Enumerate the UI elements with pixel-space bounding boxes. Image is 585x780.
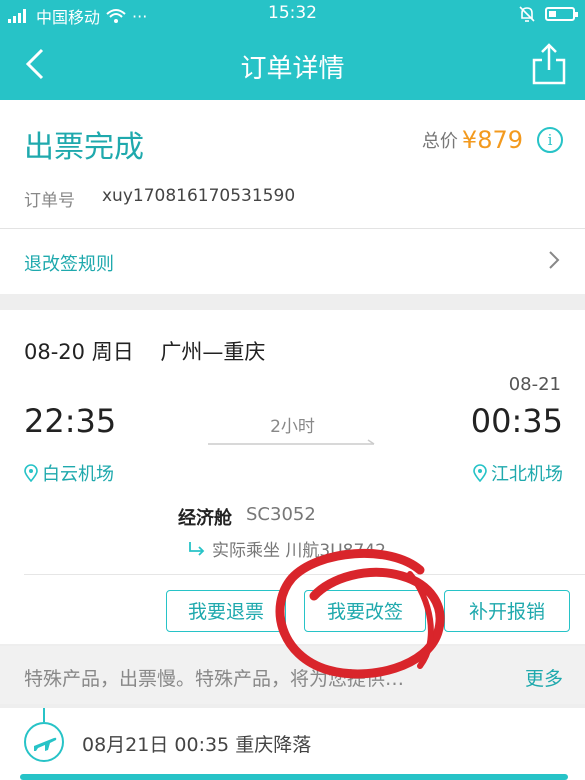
share-icon[interactable] [529,42,569,86]
price-label: 总价 [421,131,458,152]
duration-arrow-line [208,439,375,445]
location-pin-icon [24,464,38,482]
divider [0,228,585,229]
location-pin-icon [473,464,487,482]
order-summary-card: 出票完成 总价 ¥879 i 订单号 xuy170816170531590 退改… [0,100,585,294]
order-number: xuy170816170531590 [102,186,296,206]
departure-airport[interactable]: 白云机场 [24,460,114,486]
departure-airport-label: 白云机场 [42,464,114,485]
battery-icon [545,7,578,21]
chevron-right-icon[interactable] [547,250,561,270]
refund-button[interactable]: 我要退票 [166,590,286,632]
arrival-time: 00:35 [470,402,563,440]
total-price: 总价 ¥879 i [422,126,563,154]
order-status: 出票完成 [24,130,144,165]
more-link[interactable]: 更多 [525,664,563,691]
arrival-date: 08-21 [508,374,561,395]
order-number-label: 订单号 [24,191,75,211]
change-ticket-button[interactable]: 我要改签 [304,590,426,632]
turn-arrow-icon [189,541,205,556]
mute-bell-icon [519,6,535,22]
flight-card: 08-20 周日 广州—重庆 08-21 22:35 2小时 00:35 白云机… [0,310,585,644]
price-value: ¥879 [461,126,523,154]
arrival-airport[interactable]: 江北机场 [473,460,563,486]
plane-landing-icon [24,722,64,762]
refund-change-rules-link[interactable]: 退改签规则 [24,250,114,276]
flight-number: SC3052 [246,504,316,525]
flight-date-route: 08-20 周日 广州—重庆 [24,340,266,364]
divider [24,574,585,575]
notice-text: 特殊产品，出票慢。特殊产品，将为您提供… [24,668,405,690]
info-icon[interactable]: i [537,127,563,153]
codeshare-info: 实际乘坐 川航3U8742 [188,536,386,561]
bottom-bar [20,774,568,780]
status-bar: 中国移动 ··· 15:32 [0,0,585,28]
landing-event: 08月21日 00:35 重庆降落 [82,734,312,756]
nav-bar: 订单详情 [0,28,585,100]
page-title: 订单详情 [240,54,345,84]
arrival-airport-label: 江北机场 [491,464,563,485]
timeline-line [43,708,45,722]
cabin-class: 经济舱 [178,508,232,529]
reimbursement-invoice-button[interactable]: 补开报销 [444,590,570,632]
timeline-card: 08月21日 00:35 重庆降落 [0,708,585,780]
actual-flight-label: 实际乘坐 川航3U8742 [212,541,386,561]
notice-bar: 特殊产品，出票慢。特殊产品，将为您提供… 更多 [0,646,585,704]
status-time: 15:32 [268,3,317,23]
status-right [519,5,578,23]
